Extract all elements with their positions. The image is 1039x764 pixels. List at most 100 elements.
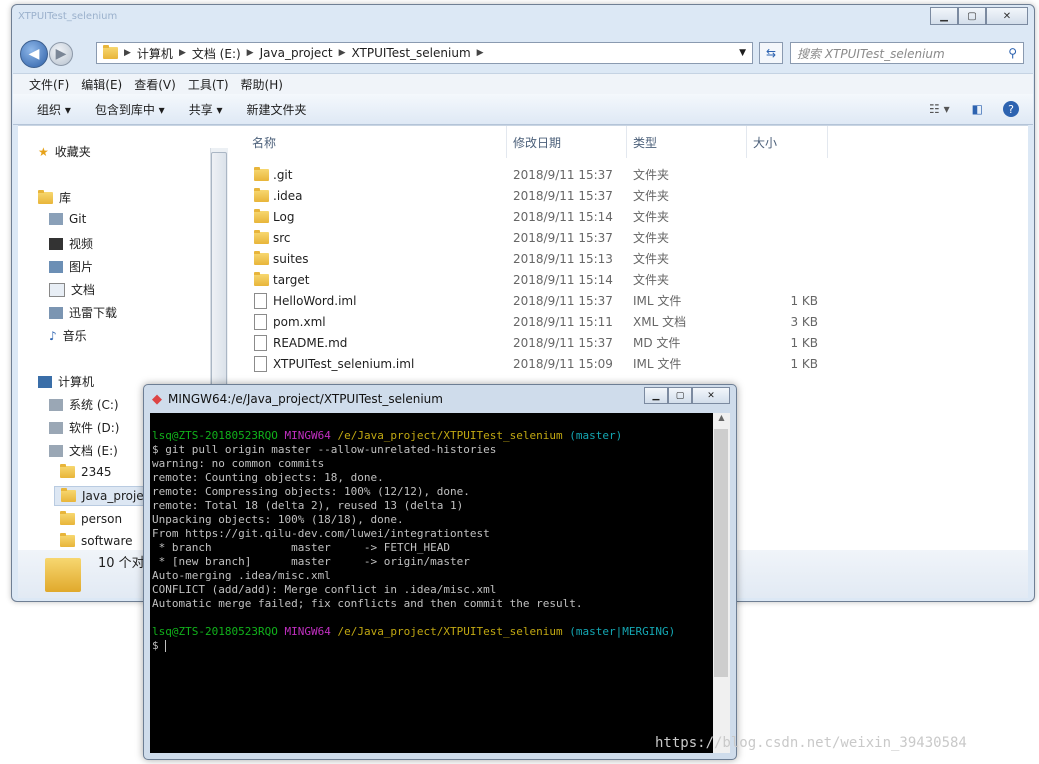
video-icon [49,237,63,250]
prompt-line-2: lsq@ZTS-20180523RQO MINGW64 /e/Java_proj… [152,625,676,638]
nav-lib-pictures[interactable]: 图片 [49,258,93,275]
share-button[interactable]: 共享 ▾ [189,101,223,118]
column-header-date[interactable]: 修改日期 [507,126,627,158]
file-row[interactable]: README.md 2018/9/11 15:37 MD 文件 1 KB [246,332,826,353]
command-bar: 组织 ▾ 包含到库中 ▾ 共享 ▾ 新建文件夹 ☷ ▾ ◧ ? [13,94,1033,125]
file-size: 1 KB [790,335,818,350]
refresh-icon: ⇆ [765,46,777,60]
search-input[interactable]: 搜索 XTPUITest_selenium ⚲ [790,42,1024,64]
file-name: .idea [273,188,303,203]
view-options-icon[interactable]: ☷ ▾ [929,102,950,116]
file-row[interactable]: XTPUITest_selenium.iml 2018/9/11 15:09 IML… [246,353,826,374]
column-header-size[interactable]: 大小 [747,126,828,158]
nav-drive-d[interactable]: 软件 (D:) [49,419,119,436]
file-name: Log [273,209,295,224]
nav-lib-downloads[interactable]: 迅雷下载 [49,304,117,321]
folder-icon [60,511,75,525]
file-icon [254,292,267,309]
file-row[interactable]: HelloWord.iml 2018/9/11 15:37 IML 文件 1 KB [246,290,826,311]
new-folder-button[interactable]: 新建文件夹 [247,101,307,118]
file-date: 2018/9/11 15:37 [513,167,613,182]
menu-file[interactable]: 文件(F) [29,76,69,93]
file-row[interactable]: .git 2018/9/11 15:37 文件夹 [246,164,826,185]
pictures-icon [49,260,63,273]
output-line: Auto-merging .idea/misc.xml [152,569,331,582]
file-date: 2018/9/11 15:09 [513,356,613,371]
watermark: https://blog.csdn.net/weixin_39430584 [655,735,967,751]
terminal-minimize-button[interactable]: ▁ [644,387,668,404]
breadcrumb-xtpuitest[interactable]: XTPUITest_selenium [352,46,471,60]
nav-libraries[interactable]: 库 [38,189,71,206]
terminal-close-button[interactable]: ✕ [692,387,730,404]
nav-folder-software[interactable]: software [60,533,133,548]
preview-pane-icon[interactable]: ◧ [972,102,983,116]
breadcrumb-java-project[interactable]: Java_project [260,46,333,60]
column-header-name[interactable]: 名称 [246,126,507,158]
terminal-maximize-button[interactable]: ▢ [668,387,692,404]
drive-icon [49,444,63,457]
folder-icon [60,464,75,478]
nav-lib-music[interactable]: ♪ 音乐 [49,327,87,344]
nav-drive-c[interactable]: 系统 (C:) [49,396,119,413]
organize-button[interactable]: 组织 ▾ [37,101,71,118]
nav-lib-documents[interactable]: 文档 [49,281,95,298]
nav-lib-git[interactable]: Git [49,212,86,226]
back-button[interactable]: ◀ [20,40,48,68]
breadcrumb-computer[interactable]: 计算机 [137,45,173,62]
output-line: remote: Total 18 (delta 2), reused 13 (d… [152,499,464,512]
help-icon[interactable]: ? [1003,101,1019,117]
folder-icon [254,250,269,265]
terminal-scrollbar-thumb[interactable] [714,429,728,677]
maximize-button[interactable]: ▢ [958,7,986,25]
back-arrow-icon: ◀ [28,46,40,62]
nav-favorites[interactable]: ★ 收藏夹 [38,143,91,160]
output-line: $ git pull origin master --allow-unrelat… [152,443,497,456]
refresh-button[interactable]: ⇆ [759,42,783,64]
file-name: .git [273,167,293,182]
file-row[interactable]: .idea 2018/9/11 15:37 文件夹 [246,185,826,206]
menu-tools[interactable]: 工具(T) [188,76,229,93]
address-bar[interactable]: ▶ 计算机 ▶ 文档 (E:) ▶ Java_project ▶ XTPUITe… [96,42,753,64]
column-header-type[interactable]: 类型 [627,126,747,158]
forward-button[interactable]: ▶ [49,42,73,66]
close-button[interactable]: ✕ [986,7,1028,25]
scroll-up-icon[interactable]: ▲ [713,413,730,422]
folder-icon [103,45,118,59]
nav-lib-video[interactable]: 视频 [49,235,93,252]
file-type: 文件夹 [633,189,670,203]
chevron-right-icon: ▶ [178,48,186,58]
music-icon: ♪ [49,328,57,343]
include-in-library-button[interactable]: 包含到库中 ▾ [95,101,165,118]
folder-icon [254,187,269,202]
file-row[interactable]: src 2018/9/11 15:37 文件夹 [246,227,826,248]
folder-large-icon [45,558,81,592]
nav-folder-2345[interactable]: 2345 [60,464,112,479]
file-row[interactable]: Log 2018/9/11 15:14 文件夹 [246,206,826,227]
file-type: 文件夹 [633,231,670,245]
minimize-button[interactable]: ▁ [930,7,958,25]
terminal-titlebar: ◆ MINGW64:/e/Java_project/XTPUITest_sele… [152,390,443,408]
menu-edit[interactable]: 编辑(E) [81,76,122,93]
breadcrumb-drive-e[interactable]: 文档 (E:) [192,45,241,62]
nav-drive-e[interactable]: 文档 (E:) [49,442,118,459]
nav-computer[interactable]: 计算机 [38,373,94,390]
nav-folder-person[interactable]: person [60,511,122,526]
folder-icon [254,229,269,244]
output-line: CONFLICT (add/add): Merge conflict in .i… [152,583,497,596]
search-icon[interactable]: ⚲ [1008,46,1017,60]
terminal-output[interactable]: lsq@ZTS-20180523RQO MINGW64 /e/Java_proj… [150,413,713,753]
item-count: 10 个对 [98,556,145,571]
output-line: From https://git.qilu-dev.com/luwei/inte… [152,527,490,540]
chevron-down-icon[interactable]: ▼ [739,48,746,58]
file-name: XTPUITest_selenium.iml [273,356,415,371]
menu-help[interactable]: 帮助(H) [241,76,283,93]
file-row[interactable]: target 2018/9/11 15:14 文件夹 [246,269,826,290]
output-line: * branch master -> FETCH_HEAD [152,541,451,554]
input-line[interactable]: $ [152,639,167,653]
file-row[interactable]: pom.xml 2018/9/11 15:11 XML 文档 3 KB [246,311,826,332]
documents-icon [49,282,65,297]
file-row[interactable]: suites 2018/9/11 15:13 文件夹 [246,248,826,269]
menu-view[interactable]: 查看(V) [134,76,176,93]
chevron-right-icon: ▶ [124,48,131,58]
file-date: 2018/9/11 15:11 [513,314,613,329]
